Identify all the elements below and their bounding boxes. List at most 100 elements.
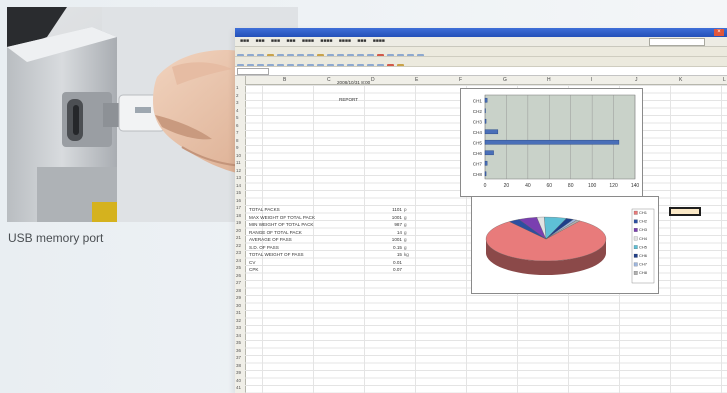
header-date-cell[interactable]: 2008/10/31 8:00 (337, 80, 370, 86)
row-unit-cell[interactable]: g (404, 245, 407, 251)
row-header[interactable]: 36 (236, 348, 241, 353)
help-search-input[interactable] (649, 38, 705, 46)
row-header[interactable]: 32 (236, 318, 241, 323)
row-header[interactable]: 24 (236, 258, 241, 263)
menu-item[interactable]: ■■■ (240, 37, 249, 46)
row-header[interactable]: 5 (236, 115, 239, 120)
row-header[interactable]: 9 (236, 145, 239, 150)
column-header-b[interactable]: B (283, 77, 286, 83)
row-header[interactable]: 16 (236, 198, 241, 203)
row-header[interactable]: 6 (236, 123, 239, 128)
row-label-cell[interactable]: TOTAL WEIGHT OF PASS (249, 252, 304, 258)
row-value-cell[interactable]: 14 (380, 230, 402, 236)
row-label-cell[interactable]: AVERAGE OF PASS (249, 237, 292, 243)
row-value-cell[interactable]: 1001 (380, 215, 402, 221)
close-icon[interactable]: × (714, 29, 724, 36)
row-label-cell[interactable]: S.D. OF PASS (249, 245, 279, 251)
menu-item[interactable]: ■■■■ (320, 37, 332, 46)
row-header[interactable]: 33 (236, 325, 241, 330)
menu-item[interactable]: ■■■ (255, 37, 264, 46)
bar (484, 129, 499, 135)
row-header[interactable]: 10 (236, 153, 241, 158)
row-unit-cell[interactable]: kg (404, 252, 409, 258)
column-header-c[interactable]: C (327, 77, 331, 83)
row-header[interactable]: 39 (236, 370, 241, 375)
row-unit-cell[interactable]: g (404, 215, 407, 221)
x-tick-label: 100 (588, 183, 597, 189)
row-header[interactable]: 27 (236, 280, 241, 285)
row-header[interactable]: 25 (236, 265, 241, 270)
row-header[interactable]: 41 (236, 385, 241, 390)
row-unit-cell[interactable]: g (404, 222, 407, 228)
row-header[interactable]: 18 (236, 213, 241, 218)
photo-caption: USB memory port (8, 231, 104, 245)
row-header[interactable]: 17 (236, 205, 241, 210)
row-unit-cell[interactable]: g (404, 237, 407, 243)
row-header[interactable]: 15 (236, 190, 241, 195)
row-header[interactable]: 31 (236, 310, 241, 315)
row-label-cell[interactable]: TOTAL PACKS (249, 207, 280, 213)
row-header[interactable]: 3 (236, 100, 239, 105)
column-header-h[interactable]: H (547, 77, 551, 83)
menu-item[interactable]: ■■■■ (302, 37, 314, 46)
row-header[interactable]: 22 (236, 243, 241, 248)
menu-item[interactable]: ■■■■ (339, 37, 351, 46)
row-value-cell[interactable]: 1101 (380, 207, 402, 213)
row-header[interactable]: 2 (236, 93, 239, 98)
row-header[interactable]: 23 (236, 250, 241, 255)
row-header[interactable]: 12 (236, 168, 241, 173)
row-header[interactable]: 14 (236, 183, 241, 188)
row-value-cell[interactable]: 0.01 (380, 260, 402, 266)
menu-item[interactable]: ■■■ (271, 37, 280, 46)
row-label-cell[interactable]: MAX WEIGHT OF TOTAL PACK (249, 215, 315, 221)
legend-label: CH4 (639, 236, 648, 241)
column-header-k[interactable]: K (679, 77, 682, 83)
row-unit-cell[interactable]: p (404, 207, 407, 213)
row-label-cell[interactable]: CPK (249, 267, 258, 273)
row-value-cell[interactable]: 987 (380, 222, 402, 228)
row-header[interactable]: 30 (236, 303, 241, 308)
row-header[interactable]: 37 (236, 355, 241, 360)
column-header-l[interactable]: L (723, 77, 726, 83)
row-header[interactable]: 11 (236, 160, 241, 165)
row-header[interactable]: 7 (236, 130, 239, 135)
column-header-i[interactable]: I (591, 77, 592, 83)
row-header[interactable]: 34 (236, 333, 241, 338)
row-header[interactable]: 8 (236, 138, 239, 143)
row-header[interactable]: 4 (236, 108, 239, 113)
column-header-g[interactable]: G (503, 77, 507, 83)
row-header[interactable]: 28 (236, 288, 241, 293)
row-value-cell[interactable]: 0.15 (380, 245, 402, 251)
row-value-cell[interactable]: 1001 (380, 237, 402, 243)
column-header-d[interactable]: D (371, 77, 375, 83)
row-unit-cell[interactable]: g (404, 230, 407, 236)
header-sub-cell[interactable]: REPORT (339, 97, 358, 103)
row-header[interactable]: 1 (236, 85, 239, 90)
channel-bar-chart[interactable]: 0 20 40 60 80 100 120 140 CH1 CH2 CH3 CH4 CH5 CH6 CH7 C… (460, 88, 643, 197)
row-header[interactable]: 20 (236, 228, 241, 233)
row-header[interactable]: 29 (236, 295, 241, 300)
row-value-cell[interactable]: 0.07 (380, 267, 402, 273)
active-cell[interactable] (669, 207, 701, 216)
column-header-j[interactable]: J (635, 77, 638, 83)
column-header-e[interactable]: E (415, 77, 418, 83)
row-header[interactable]: 21 (236, 235, 241, 240)
formula-bar[interactable] (235, 67, 727, 76)
row-header[interactable]: 26 (236, 273, 241, 278)
menu-item[interactable]: ■■■■ (373, 37, 385, 46)
menu-item[interactable]: ■■■ (286, 37, 295, 46)
channel-pie-chart[interactable]: CH1 CH2 CH3 CH4 CH5 CH6 CH7 CH8 (471, 196, 659, 294)
column-header-f[interactable]: F (459, 77, 462, 83)
row-header[interactable]: 19 (236, 220, 241, 225)
row-value-cell[interactable]: 15 (380, 252, 402, 258)
menu-item[interactable]: ■■■ (357, 37, 366, 46)
row-label-cell[interactable]: RANGE OF TOTAL PACK (249, 230, 302, 236)
row-label-cell[interactable]: CV (249, 260, 255, 266)
row-header[interactable]: 38 (236, 363, 241, 368)
row-label-cell[interactable]: MIN WEIGHT OF TOTAL PACK (249, 222, 314, 228)
name-box[interactable] (237, 68, 269, 75)
row-header[interactable]: 13 (236, 175, 241, 180)
row-header[interactable]: 35 (236, 340, 241, 345)
row-header[interactable]: 40 (236, 378, 241, 383)
bar-chart-svg: 0 20 40 60 80 100 120 140 CH1 CH2 CH3 CH4 CH5 CH6 CH7 C… (473, 94, 639, 189)
